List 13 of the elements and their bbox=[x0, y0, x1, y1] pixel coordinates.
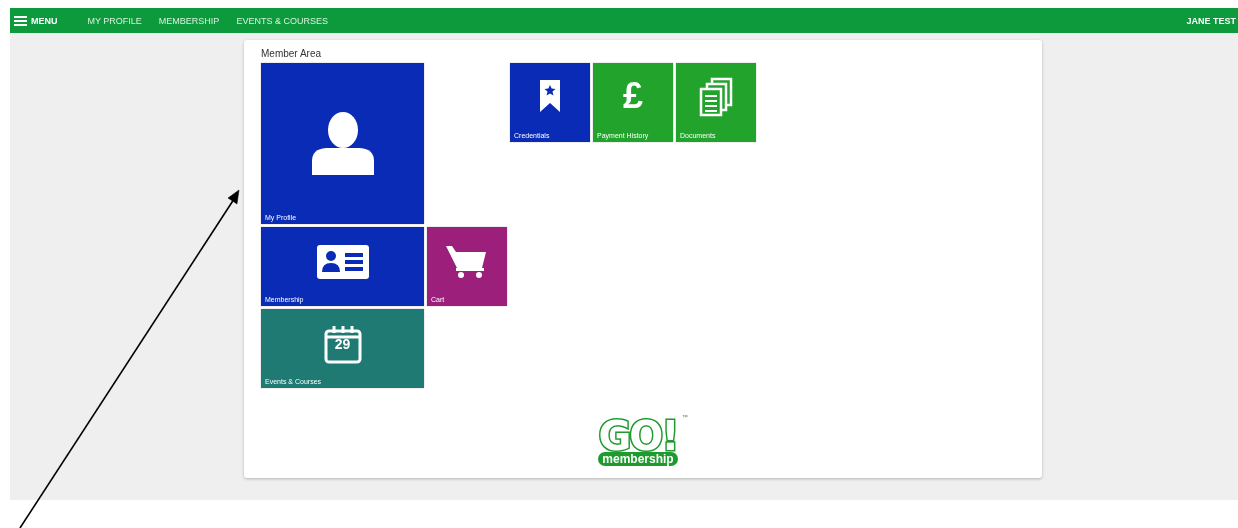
id-card-icon bbox=[316, 244, 369, 279]
documents-icon bbox=[699, 76, 733, 117]
nav-link[interactable]: MEMBERSHIP bbox=[158, 15, 220, 26]
nav-link[interactable]: MY PROFILE bbox=[87, 15, 142, 26]
menu-button[interactable]: MENU bbox=[14, 15, 58, 26]
pound-icon: £ bbox=[623, 74, 643, 117]
person-icon bbox=[309, 110, 376, 177]
nav-link[interactable]: EVENTS & COURSES bbox=[236, 15, 328, 26]
bookmark-icon bbox=[540, 79, 560, 112]
cart-icon bbox=[446, 244, 488, 279]
user-name[interactable]: JANE TEST bbox=[1186, 15, 1238, 26]
section-title: Member Area bbox=[261, 48, 322, 59]
menu-icon bbox=[14, 15, 27, 26]
